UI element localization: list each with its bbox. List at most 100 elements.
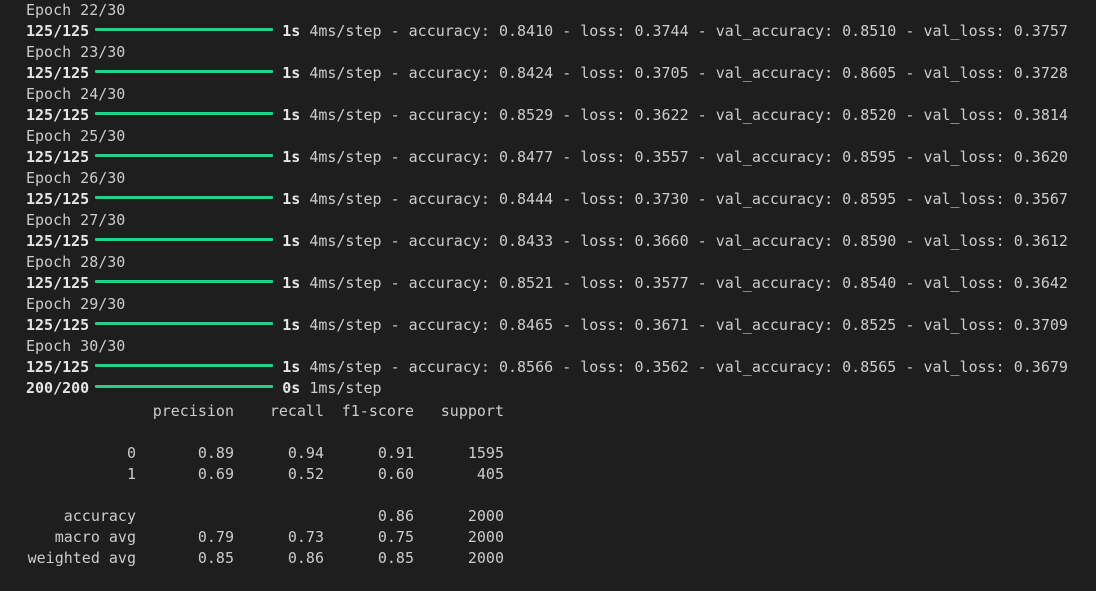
metric-value-accuracy: 0.8521	[498, 274, 554, 292]
report-cell: 0.94	[287, 443, 324, 462]
step-count: 125/125	[26, 358, 90, 376]
report-cell	[234, 484, 324, 505]
progress-line: 125/125 1s 4ms/step - accuracy: 0.8433 - …	[26, 231, 1068, 252]
elapsed-time: 1s	[282, 316, 301, 334]
report-row: 0 0.89 0.94 0.91 1595	[26, 442, 504, 463]
per-step-time: 4ms/step	[309, 316, 382, 334]
separator: -	[562, 22, 572, 40]
metric-label-val-loss: val_loss:	[923, 274, 1005, 292]
epoch-line: Epoch 22/30	[26, 0, 1068, 21]
elapsed-time: 1s	[282, 358, 301, 376]
separator: -	[562, 106, 572, 124]
metric-value-accuracy: 0.8444	[498, 190, 554, 208]
elapsed-time: 1s	[282, 232, 301, 250]
per-step-time: 1ms/step	[309, 379, 382, 397]
report-row: macro avg 0.79 0.73 0.75 2000	[26, 526, 504, 547]
separator: -	[905, 190, 915, 208]
metric-value-val-accuracy: 0.8565	[842, 358, 897, 376]
metric-label-loss: loss:	[580, 64, 626, 82]
report-cell: weighted avg	[27, 548, 136, 567]
separator: -	[562, 148, 572, 166]
report-cell: 2000	[467, 527, 504, 546]
separator: -	[390, 190, 400, 208]
report-cell	[26, 484, 136, 505]
metric-label-val-accuracy: val_accuracy:	[715, 190, 834, 208]
classification-report-table: precision recall f1-score support 0 0.89…	[26, 400, 504, 568]
epoch-label: Epoch 27/30	[26, 211, 126, 229]
per-step-time: 4ms/step	[309, 22, 382, 40]
metric-label-loss: loss:	[580, 232, 626, 250]
separator: -	[562, 64, 572, 82]
separator: -	[697, 232, 707, 250]
metric-value-loss: 0.3622	[634, 106, 689, 124]
report-cell: 0.52	[287, 464, 324, 483]
report-row	[26, 484, 504, 505]
metric-label-val-loss: val_loss:	[923, 64, 1005, 82]
report-cell: 405	[476, 464, 504, 483]
report-header-cell: precision	[152, 401, 234, 420]
progress-bar	[95, 385, 274, 388]
metric-value-loss: 0.3744	[634, 22, 689, 40]
metric-label-accuracy: accuracy:	[408, 64, 490, 82]
separator: -	[390, 358, 400, 376]
separator: -	[905, 274, 915, 292]
metric-label-accuracy: accuracy:	[408, 232, 490, 250]
separator: -	[697, 64, 707, 82]
report-cell: 0.60	[377, 464, 414, 483]
separator: -	[905, 22, 915, 40]
predict-progress-line: 200/200 0s 1ms/step	[26, 378, 1068, 399]
report-cell: accuracy	[63, 506, 136, 525]
separator: -	[697, 316, 707, 334]
terminal-output[interactable]: Epoch 22/30 125/125 1s 4ms/step - accuracy…	[26, 0, 1068, 399]
metric-label-loss: loss:	[580, 358, 626, 376]
report-header-row: precision recall f1-score support	[26, 400, 504, 421]
report-cell: 0	[126, 443, 136, 462]
metric-value-val-loss: 0.3728	[1013, 64, 1068, 82]
metric-label-accuracy: accuracy:	[408, 22, 490, 40]
separator: -	[697, 148, 707, 166]
step-count: 125/125	[26, 106, 90, 124]
metric-label-val-accuracy: val_accuracy:	[715, 316, 834, 334]
report-cell	[414, 484, 504, 505]
report-header-cell: recall	[269, 401, 324, 420]
epoch-line: Epoch 25/30	[26, 126, 1068, 147]
metric-label-val-accuracy: val_accuracy:	[715, 22, 834, 40]
separator: -	[390, 106, 400, 124]
report-row: accuracy 0.86 2000	[26, 505, 504, 526]
report-cell: macro avg	[54, 527, 136, 546]
metric-value-loss: 0.3562	[634, 358, 689, 376]
progress-line: 125/125 1s 4ms/step - accuracy: 0.8521 - …	[26, 273, 1068, 294]
epoch-label: Epoch 26/30	[26, 169, 126, 187]
metric-value-val-accuracy: 0.8525	[842, 316, 897, 334]
metric-value-accuracy: 0.8424	[498, 64, 554, 82]
epoch-line: Epoch 29/30	[26, 294, 1068, 315]
metric-label-accuracy: accuracy:	[408, 106, 490, 124]
per-step-time: 4ms/step	[309, 106, 382, 124]
metric-value-val-loss: 0.3642	[1013, 274, 1068, 292]
metric-value-accuracy: 0.8465	[498, 316, 554, 334]
metric-value-val-loss: 0.3567	[1013, 190, 1068, 208]
metric-label-val-loss: val_loss:	[923, 190, 1005, 208]
metric-label-val-loss: val_loss:	[923, 358, 1005, 376]
metric-value-val-loss: 0.3612	[1013, 232, 1068, 250]
metric-value-accuracy: 0.8529	[498, 106, 554, 124]
metric-value-val-accuracy: 0.8595	[842, 148, 897, 166]
elapsed-time: 1s	[282, 22, 301, 40]
report-header-cell: support	[440, 401, 504, 420]
metric-value-accuracy: 0.8433	[498, 232, 554, 250]
epoch-label: Epoch 25/30	[26, 127, 126, 145]
metric-value-loss: 0.3660	[634, 232, 689, 250]
separator: -	[905, 358, 915, 376]
report-cell: 0.85	[377, 548, 414, 567]
epoch-label: Epoch 28/30	[26, 253, 126, 271]
separator: -	[562, 190, 572, 208]
progress-line: 125/125 1s 4ms/step - accuracy: 0.8566 - …	[26, 357, 1068, 378]
epoch-label: Epoch 29/30	[26, 295, 126, 313]
metric-label-val-accuracy: val_accuracy:	[715, 232, 834, 250]
progress-line: 125/125 1s 4ms/step - accuracy: 0.8465 - …	[26, 315, 1068, 336]
epoch-line: Epoch 27/30	[26, 210, 1068, 231]
progress-bar	[95, 280, 274, 283]
metric-value-val-accuracy: 0.8605	[842, 64, 897, 82]
metric-label-accuracy: accuracy:	[408, 358, 490, 376]
metric-value-val-loss: 0.3620	[1013, 148, 1068, 166]
